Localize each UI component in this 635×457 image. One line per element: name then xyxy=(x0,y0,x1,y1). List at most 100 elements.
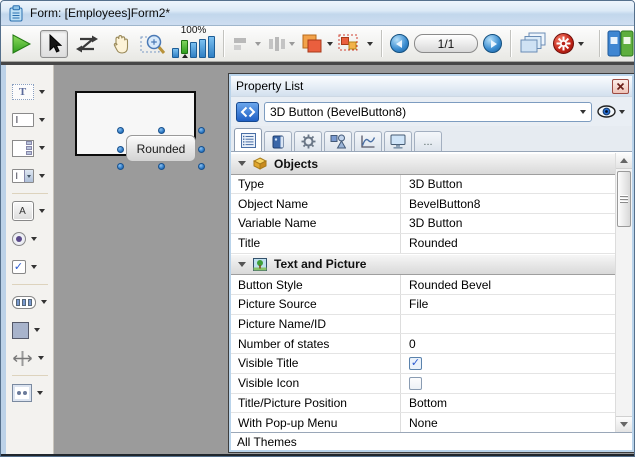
property-row-visible-title[interactable]: Visible Title ✓ xyxy=(231,354,615,374)
sidebar-tool-radio-button[interactable] xyxy=(9,225,51,253)
property-row-variable-name[interactable]: Variable Name 3D Button xyxy=(231,214,615,234)
view-options-button[interactable] xyxy=(597,105,627,118)
sidebar-tool-text[interactable]: T xyxy=(9,78,51,106)
property-row-picture-source[interactable]: Picture Source File xyxy=(231,295,615,315)
chevron-down-icon[interactable] xyxy=(31,265,37,269)
tab-display[interactable] xyxy=(384,131,412,151)
chevron-down-icon[interactable] xyxy=(289,42,295,46)
display-windows-button[interactable] xyxy=(519,30,547,58)
property-value[interactable]: Rounded Bevel xyxy=(401,278,615,292)
selection-handle[interactable] xyxy=(117,163,124,170)
scrollbar-thumb[interactable] xyxy=(617,171,631,227)
object-navigate-button[interactable] xyxy=(236,102,259,122)
group-object-group[interactable] xyxy=(338,33,373,54)
zoom-scale-control[interactable]: 100% xyxy=(172,28,215,56)
tab-settings[interactable] xyxy=(294,131,322,151)
chevron-down-icon[interactable] xyxy=(39,90,45,94)
property-row-picture-name-id[interactable]: Picture Name/ID xyxy=(231,315,615,335)
property-row-title[interactable]: Title Rounded xyxy=(231,234,615,254)
tab-events[interactable] xyxy=(264,131,292,151)
next-page-button[interactable] xyxy=(483,34,502,53)
selection-handle[interactable] xyxy=(198,163,205,170)
page-indicator[interactable]: 1/1 xyxy=(414,34,478,53)
property-row-visible-icon[interactable]: Visible Icon xyxy=(231,374,615,394)
move-tool-button[interactable] xyxy=(106,30,134,58)
chevron-down-icon[interactable] xyxy=(31,237,37,241)
level-object-group[interactable] xyxy=(300,33,333,55)
selection-handle[interactable] xyxy=(117,127,124,134)
previous-page-button[interactable] xyxy=(390,34,409,53)
chevron-down-icon[interactable] xyxy=(39,118,45,122)
zoom-bar-100-active[interactable] xyxy=(181,40,188,54)
sidebar-tool-input[interactable]: I xyxy=(9,106,51,134)
entry-order-tool-button[interactable] xyxy=(73,30,101,58)
sidebar-tool-combo-box[interactable]: I xyxy=(9,162,51,190)
chevron-down-icon[interactable] xyxy=(255,42,261,46)
sidebar-tool-list-box[interactable] xyxy=(9,134,51,162)
close-button[interactable] xyxy=(612,79,629,94)
property-value[interactable]: None xyxy=(401,416,615,430)
selection-tool-button[interactable] xyxy=(40,30,68,58)
align-tool-group[interactable] xyxy=(232,35,261,53)
execute-form-button[interactable] xyxy=(7,30,35,58)
property-row-type[interactable]: Type 3D Button xyxy=(231,175,615,195)
chevron-down-icon[interactable] xyxy=(39,146,45,150)
checkbox-unchecked[interactable] xyxy=(409,377,422,390)
distribute-tool-group[interactable] xyxy=(266,35,295,53)
sidebar-tool-check-box[interactable]: ✓ xyxy=(9,253,51,281)
tab-chart[interactable] xyxy=(354,131,382,151)
property-value[interactable]: Rounded xyxy=(401,236,615,250)
chevron-down-icon[interactable] xyxy=(578,42,584,46)
chevron-down-icon[interactable] xyxy=(327,42,333,46)
chevron-down-icon[interactable] xyxy=(38,356,44,360)
tab-more[interactable]: ... xyxy=(414,131,442,151)
property-row-button-style[interactable]: Button Style Rounded Bevel xyxy=(231,275,615,295)
property-value[interactable]: File xyxy=(401,297,615,311)
chevron-down-icon[interactable] xyxy=(39,209,45,213)
chevron-down-icon[interactable] xyxy=(37,391,43,395)
property-value[interactable]: Bottom xyxy=(401,396,615,410)
zoom-bar-800[interactable] xyxy=(208,36,215,58)
property-value[interactable]: 0 xyxy=(401,337,615,351)
sidebar-tool-button[interactable]: A xyxy=(9,197,51,225)
property-row-title-picture-position[interactable]: Title/Picture Position Bottom xyxy=(231,394,615,414)
vertical-scrollbar[interactable] xyxy=(615,153,632,432)
scroll-up-button[interactable] xyxy=(616,153,632,169)
theme-filter-bar[interactable]: All Themes xyxy=(231,432,632,450)
selection-handle[interactable] xyxy=(198,127,205,134)
zoom-bar-50[interactable] xyxy=(172,48,179,58)
sidebar-tool-splitter[interactable] xyxy=(9,344,51,372)
zoom-bar-100-wrap[interactable] xyxy=(181,40,188,58)
chevron-down-icon[interactable] xyxy=(367,42,373,46)
tab-objects[interactable] xyxy=(324,131,352,151)
sidebar-tool-plugin-area[interactable] xyxy=(9,379,51,407)
selection-handle[interactable] xyxy=(158,163,165,170)
zoom-bar-400[interactable] xyxy=(199,39,206,58)
property-value[interactable]: 3D Button xyxy=(401,216,615,230)
collapse-triangle-icon[interactable] xyxy=(238,262,246,267)
scroll-down-button[interactable] xyxy=(616,416,632,432)
title-bar[interactable]: Form: [Employees]Form2* xyxy=(1,1,634,26)
form-area[interactable]: Rounded xyxy=(75,91,196,156)
section-header-objects[interactable]: Objects xyxy=(231,153,615,175)
checkbox-checked[interactable]: ✓ xyxy=(409,357,422,370)
chevron-down-icon[interactable] xyxy=(619,110,625,114)
chevron-down-icon[interactable] xyxy=(39,174,45,178)
chevron-down-icon[interactable] xyxy=(34,328,40,332)
property-list-titlebar[interactable]: Property List xyxy=(231,76,632,96)
section-header-text-and-picture[interactable]: Text and Picture xyxy=(231,254,615,276)
tab-property-list[interactable] xyxy=(234,128,262,151)
property-value[interactable]: 3D Button xyxy=(401,177,615,191)
chevron-down-icon[interactable] xyxy=(41,300,47,304)
selection-handle[interactable] xyxy=(158,127,165,134)
object-selector-dropdown[interactable]: 3D Button (BevelButton8) xyxy=(264,102,592,122)
preconfigured-settings-group[interactable] xyxy=(552,32,584,55)
property-value[interactable]: BevelButton8 xyxy=(401,197,615,211)
zoom-tool-button[interactable] xyxy=(139,30,167,58)
property-row-object-name[interactable]: Object Name BevelButton8 xyxy=(231,194,615,214)
zoom-bars-icon[interactable] xyxy=(172,36,215,58)
sidebar-tool-button-grid[interactable] xyxy=(9,288,51,316)
selection-handle[interactable] xyxy=(198,146,205,153)
selected-3d-button[interactable]: Rounded xyxy=(126,135,196,162)
property-row-with-popup-menu[interactable]: With Pop-up Menu None xyxy=(231,413,615,432)
